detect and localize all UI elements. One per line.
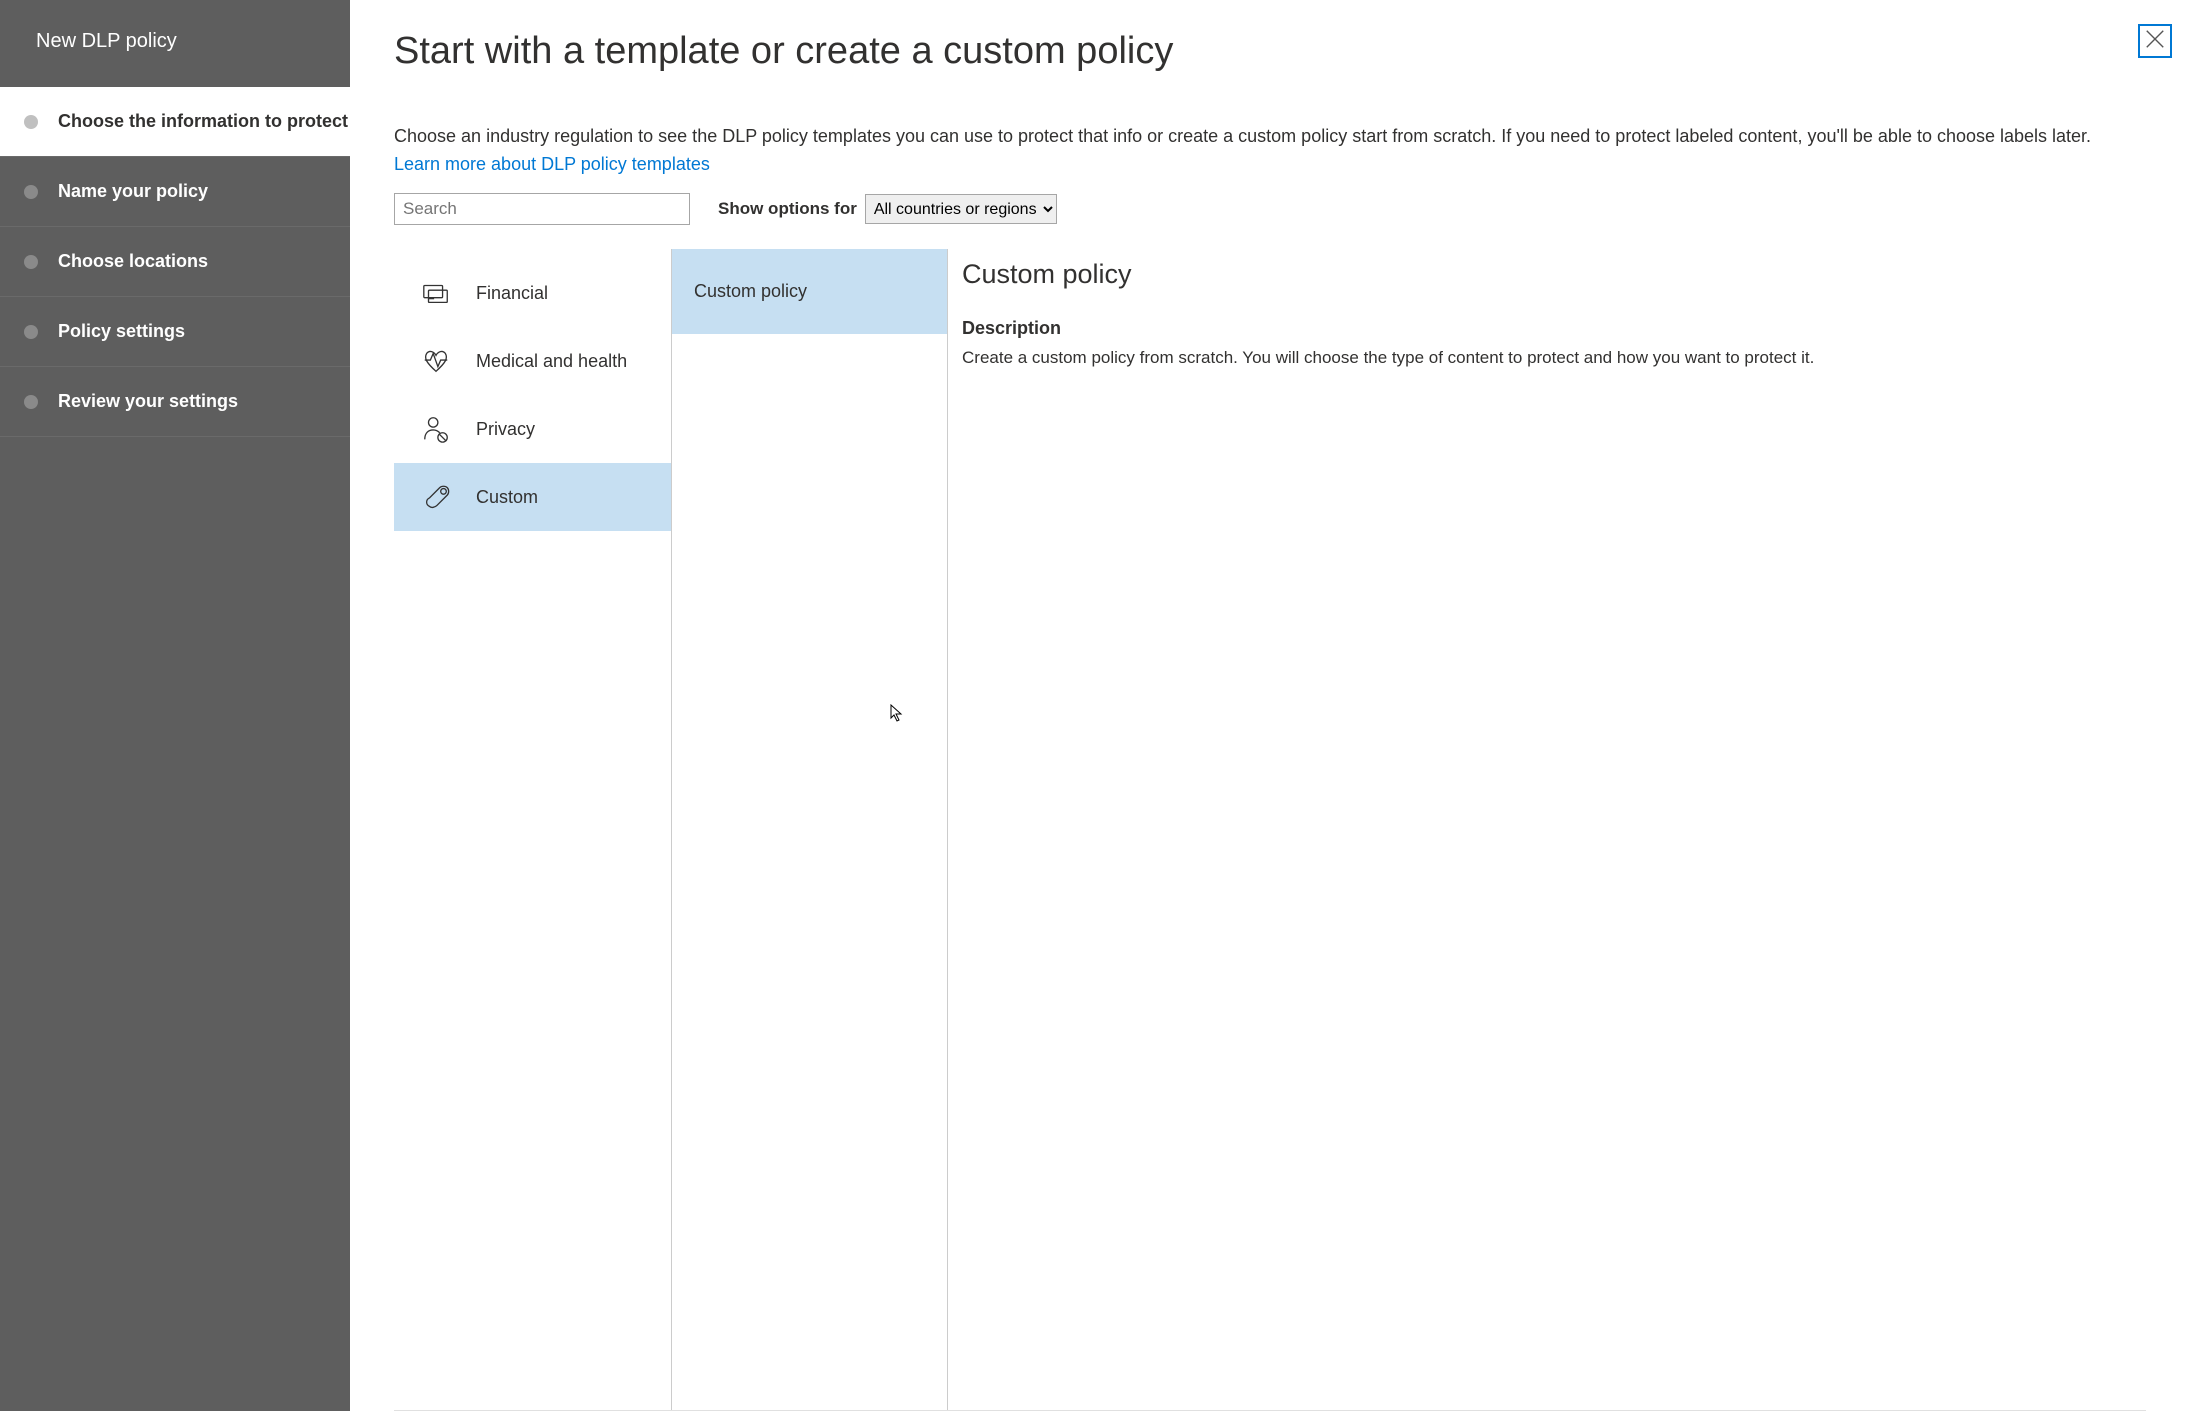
financial-icon [420, 277, 452, 309]
detail-title: Custom policy [962, 259, 2132, 290]
medical-icon [420, 345, 452, 377]
step-label: Review your settings [58, 391, 238, 412]
category-medical[interactable]: Medical and health [394, 327, 671, 395]
step-policy-settings[interactable]: Policy settings [0, 297, 350, 367]
learn-more-link[interactable]: Learn more about DLP policy templates [394, 154, 2146, 175]
category-custom[interactable]: Custom [394, 463, 671, 531]
close-icon [2144, 28, 2166, 55]
wizard-sidebar: New DLP policy Choose the information to… [0, 0, 350, 1411]
detail-column: Custom policy Description Create a custo… [948, 249, 2146, 1410]
template-column: Custom policy [672, 249, 948, 1410]
show-options-label: Show options for [718, 199, 857, 219]
step-review[interactable]: Review your settings [0, 367, 350, 437]
description-label: Description [962, 318, 2132, 339]
step-label: Name your policy [58, 181, 208, 202]
step-choose-info[interactable]: Choose the information to protect [0, 87, 350, 157]
intro-text: Choose an industry regulation to see the… [394, 123, 2146, 150]
step-indicator-icon [24, 115, 38, 129]
description-text: Create a custom policy from scratch. You… [962, 345, 2132, 371]
step-label: Choose locations [58, 251, 208, 272]
custom-icon [420, 481, 452, 513]
category-label: Financial [476, 283, 548, 304]
step-name-policy[interactable]: Name your policy [0, 157, 350, 227]
category-financial[interactable]: Financial [394, 259, 671, 327]
wizard-title: New DLP policy [0, 0, 350, 87]
step-indicator-icon [24, 395, 38, 409]
search-input[interactable] [394, 193, 690, 225]
step-label: Policy settings [58, 321, 185, 342]
template-custom-policy[interactable]: Custom policy [672, 249, 947, 334]
privacy-icon [420, 413, 452, 445]
step-label: Choose the information to protect [58, 111, 348, 132]
cursor-icon [890, 704, 904, 722]
page-title: Start with a template or create a custom… [394, 30, 2146, 73]
step-indicator-icon [24, 325, 38, 339]
region-select[interactable]: All countries or regions [865, 194, 1057, 224]
template-label: Custom policy [694, 281, 807, 301]
category-column: Financial Medical and health Privacy [394, 249, 672, 1410]
step-indicator-icon [24, 255, 38, 269]
step-indicator-icon [24, 185, 38, 199]
close-button[interactable] [2138, 24, 2172, 58]
category-label: Medical and health [476, 351, 627, 372]
main-panel: Start with a template or create a custom… [350, 0, 2190, 1411]
category-label: Custom [476, 487, 538, 508]
step-choose-locations[interactable]: Choose locations [0, 227, 350, 297]
category-label: Privacy [476, 419, 535, 440]
category-privacy[interactable]: Privacy [394, 395, 671, 463]
